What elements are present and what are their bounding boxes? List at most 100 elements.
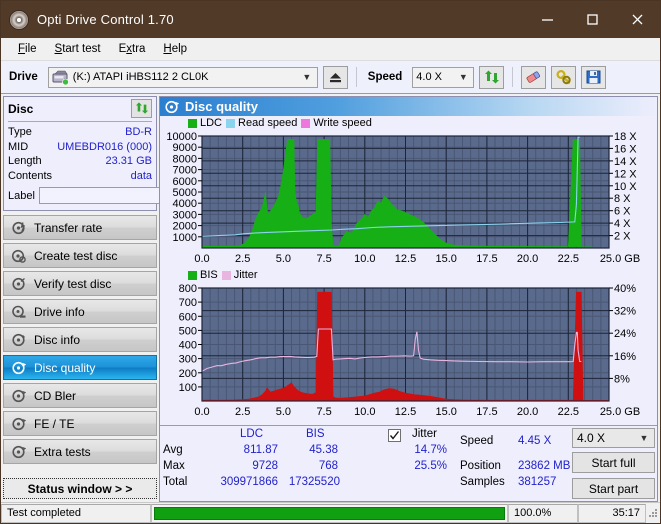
svg-text:6000: 6000 xyxy=(173,176,197,188)
svg-text:25.0 GB: 25.0 GB xyxy=(600,406,640,418)
drive-icon xyxy=(52,70,69,85)
svg-text:10.0: 10.0 xyxy=(354,253,375,265)
legend-swatch xyxy=(221,270,231,280)
save-button[interactable] xyxy=(581,65,607,89)
tools-button[interactable] xyxy=(551,65,577,89)
resize-grip-icon[interactable] xyxy=(646,507,660,520)
disc-row-value: UMEBDR016 (000) xyxy=(57,140,152,153)
svg-text:10 X: 10 X xyxy=(614,181,637,193)
svg-text:0.0: 0.0 xyxy=(194,406,209,418)
svg-text:800: 800 xyxy=(179,283,197,295)
chevron-down-icon[interactable]: ▼ xyxy=(455,72,471,82)
disc-label-key: Label xyxy=(8,189,35,202)
ldc-chart-canvas[interactable]: 1000200030004000500060007000800090001000… xyxy=(160,116,658,268)
progress-bar-fill xyxy=(154,506,505,520)
svg-text:22.5: 22.5 xyxy=(558,253,579,265)
panel-title: Disc quality xyxy=(185,99,258,114)
menu-start-test[interactable]: Start test xyxy=(46,41,110,57)
speed-label: Speed xyxy=(367,71,403,83)
eject-button[interactable] xyxy=(322,65,348,89)
legend-label: Jitter xyxy=(233,269,258,281)
jitter-label: Jitter xyxy=(412,428,437,440)
svg-text:25.0 GB: 25.0 GB xyxy=(600,253,640,265)
svg-text:20.0: 20.0 xyxy=(517,406,538,418)
stats-row-avg: Avg xyxy=(163,444,183,456)
drive-label: Drive xyxy=(9,71,38,83)
sidebar-item-drive-info[interactable]: Drive info xyxy=(3,299,157,324)
legend-swatch xyxy=(226,118,236,128)
svg-text:2.5: 2.5 xyxy=(235,406,250,418)
drive-info-icon xyxy=(10,305,28,319)
svg-text:1000: 1000 xyxy=(173,232,197,244)
speed-select[interactable]: 4.0 X ▼ xyxy=(412,66,475,88)
sidebar-item-label: Disc quality xyxy=(34,360,96,375)
svg-text:7.5: 7.5 xyxy=(316,253,331,265)
start-full-button[interactable]: Start full xyxy=(572,452,655,473)
svg-text:40%: 40% xyxy=(614,283,636,295)
refresh-button[interactable] xyxy=(479,65,505,89)
maximize-icon[interactable] xyxy=(570,1,615,38)
speed-value: 4.0 X xyxy=(416,71,442,83)
sidebar-item-transfer-rate[interactable]: Transfer rate xyxy=(3,215,157,240)
svg-text:20.0: 20.0 xyxy=(517,253,538,265)
svg-text:8 X: 8 X xyxy=(614,193,631,205)
disc-icon xyxy=(9,9,29,30)
sidebar-item-label: FE / TE xyxy=(34,416,75,431)
sidebar-item-verify-test-disc[interactable]: Verify test disc xyxy=(3,271,157,296)
window-title: Opti Drive Control 1.70 xyxy=(37,12,174,27)
svg-text:12 X: 12 X xyxy=(614,168,637,180)
stats-avg-jitter: 14.7% xyxy=(414,444,447,456)
tools-icon xyxy=(556,69,571,84)
stats-avg-ldc: 811.87 xyxy=(243,444,278,456)
sidebar: Disc Type BD-R MID UMEBDR016 (000) Lengt… xyxy=(1,96,212,502)
samples-stat-label: Samples xyxy=(460,476,505,488)
disc-info-panel: Disc Type BD-R MID UMEBDR016 (000) Lengt… xyxy=(3,96,212,211)
svg-text:15.0: 15.0 xyxy=(435,406,456,418)
samples-stat-value: 381257 xyxy=(518,476,557,488)
bis-chart-legend: BIS Jitter xyxy=(188,269,258,281)
close-icon[interactable] xyxy=(615,1,660,38)
menu-extra[interactable]: Extra xyxy=(110,41,155,57)
chevron-down-icon[interactable]: ▼ xyxy=(299,72,315,82)
disc-row-key: Length xyxy=(8,155,42,167)
menu-file[interactable]: File xyxy=(9,41,46,57)
minimize-icon[interactable] xyxy=(525,1,570,38)
stats-col-ldc: LDC xyxy=(240,428,264,440)
status-bar: Test completed 100.0% 35:17 xyxy=(1,502,660,523)
speed-stat-value: 4.45 X xyxy=(518,435,552,447)
statistics-panel: LDC BIS Jitter Avg Max Total 811.87 45.3… xyxy=(160,425,657,501)
sidebar-item-fe-te[interactable]: FE / TE xyxy=(3,411,157,436)
sidebar-item-label: Create test disc xyxy=(34,248,118,263)
sidebar-item-disc-quality[interactable]: Disc quality xyxy=(3,355,157,380)
sidebar-item-disc-info[interactable]: Disc info xyxy=(3,327,157,352)
chevron-down-icon[interactable]: ▼ xyxy=(636,433,652,443)
jitter-checkbox[interactable] xyxy=(388,429,401,442)
menu-help[interactable]: Help xyxy=(154,41,196,57)
test-speed-select[interactable]: 4.0 X ▼ xyxy=(572,428,655,448)
sidebar-item-create-test-disc[interactable]: Create test disc xyxy=(3,243,157,268)
drive-select[interactable]: (K:) ATAPI iHBS112 2 CL0K ▼ xyxy=(47,66,318,88)
sidebar-item-label: Drive info xyxy=(34,304,85,319)
bis-chart-canvas[interactable]: 100 200 300 400 500 600 700 800 8% 16% 24% 32% 40% 0.… xyxy=(160,268,658,423)
verify-disc-icon xyxy=(10,277,28,291)
sidebar-item-cd-bler[interactable]: CD Bler xyxy=(3,383,157,408)
svg-text:16%: 16% xyxy=(614,351,636,363)
navigation-list: Transfer rate Create test disc Verify te… xyxy=(3,215,157,464)
svg-text:700: 700 xyxy=(179,297,197,309)
ldc-chart-legend: LDC Read speed Write speed xyxy=(188,117,372,129)
legend-entry: LDC xyxy=(188,117,222,129)
svg-text:10.0: 10.0 xyxy=(354,406,375,418)
disc-row-mid: MID UMEBDR016 (000) xyxy=(8,140,152,155)
stats-avg-bis: 45.38 xyxy=(309,444,338,456)
svg-text:8000: 8000 xyxy=(173,153,197,165)
disc-refresh-button[interactable] xyxy=(131,99,152,118)
status-window-button[interactable]: Status window > > xyxy=(3,478,157,499)
disc-panel-title: Disc xyxy=(8,101,34,116)
stats-max-ldc: 9728 xyxy=(252,460,278,472)
disc-row-value: BD-R xyxy=(125,126,152,138)
sidebar-item-extra-tests[interactable]: Extra tests xyxy=(3,439,157,464)
position-stat-label: Position xyxy=(460,460,501,472)
start-part-button[interactable]: Start part xyxy=(572,478,655,499)
speed-stat-label: Speed xyxy=(460,435,494,447)
erase-button[interactable] xyxy=(521,65,547,89)
